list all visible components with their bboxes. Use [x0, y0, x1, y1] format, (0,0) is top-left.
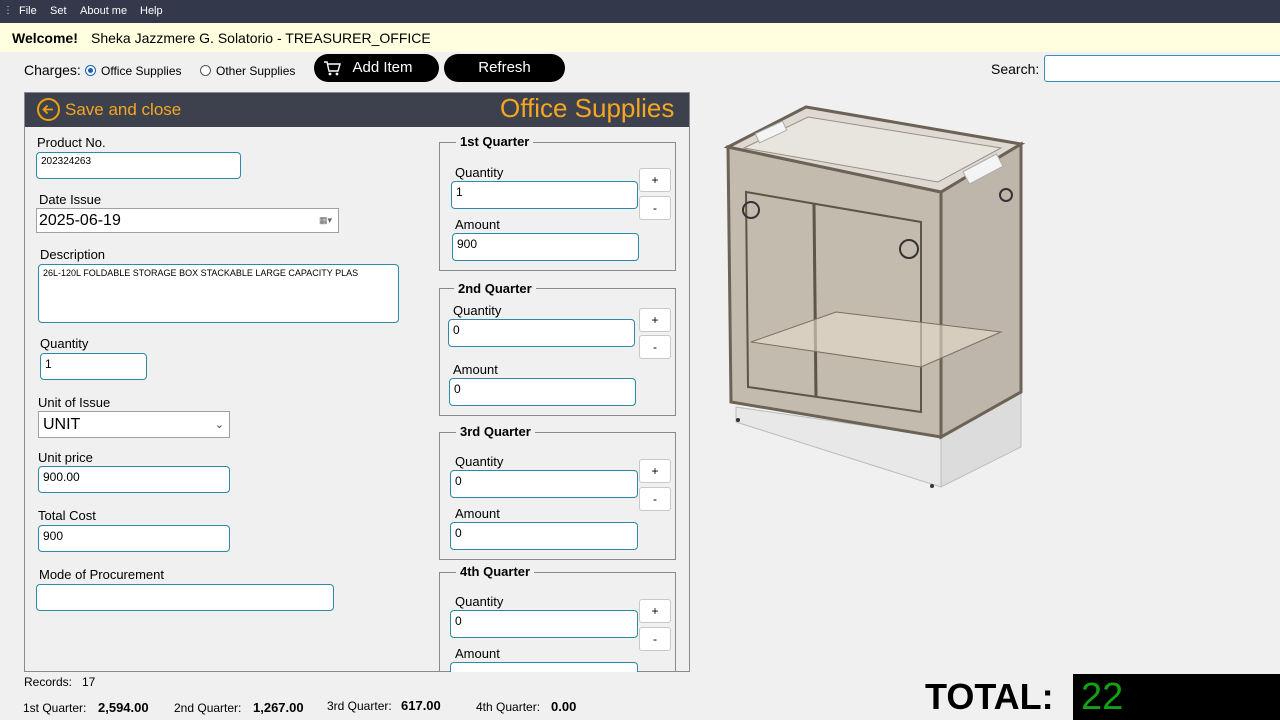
product-image — [696, 92, 1041, 497]
total-value: 22 — [1073, 674, 1280, 720]
quantity-field[interactable]: 1 — [40, 353, 147, 380]
quarter-4-amount-label: Amount — [455, 646, 500, 661]
welcome-bar: Welcome! Sheka Jazzmere G. Solatorio - T… — [0, 23, 1280, 52]
product-no-field[interactable]: 202324263 — [36, 152, 241, 179]
menu-help[interactable]: Help — [140, 5, 163, 17]
menu-about-me[interactable]: About me — [80, 5, 127, 17]
menu-grip-icon: ⋮ — [3, 5, 13, 16]
chevron-down-icon: ⌄ — [214, 419, 224, 431]
total-cost-field[interactable]: 900 — [38, 525, 230, 552]
quarter-2-amount-label: Amount — [453, 362, 498, 377]
description-label: Description — [40, 247, 106, 262]
add-item-label: Add Item — [352, 59, 413, 76]
unit-of-issue-select[interactable]: UNIT ⌄ — [38, 411, 230, 438]
quantity-label: Quantity — [40, 336, 89, 351]
date-issue-picker[interactable]: 2025-06-19 ▦▾ — [36, 208, 339, 233]
unit-price-label: Unit price — [38, 450, 93, 465]
back-arrow-icon[interactable] — [37, 98, 60, 121]
quarter-3-amount-label: Amount — [455, 506, 500, 521]
radio-other-supplies-label[interactable]: Other Supplies — [216, 64, 295, 78]
date-issue-label: Date Issue — [39, 192, 102, 207]
quarter-2-quantity-field[interactable]: 0 — [448, 319, 635, 347]
quarter-4-quantity-field[interactable]: 0 — [450, 610, 638, 638]
refresh-button[interactable]: Refresh — [444, 54, 565, 82]
quarter-4-quantity-label: Quantity — [455, 594, 504, 609]
quarter-4-plus-button[interactable]: + — [639, 599, 671, 623]
quarter-3-minus-button[interactable]: - — [639, 487, 671, 511]
quarter-4-amount-field[interactable] — [450, 662, 638, 672]
quarter-1-amount-field[interactable]: 900 — [452, 233, 639, 261]
radio-office-supplies-label[interactable]: Office Supplies — [101, 64, 182, 78]
cart-icon — [324, 61, 341, 76]
q2-total-label: 2nd Quarter: — [174, 701, 242, 715]
quarter-2-quantity-label: Quantity — [453, 303, 502, 318]
quarter-1-minus-button[interactable]: - — [639, 196, 671, 220]
radio-other-supplies[interactable] — [200, 65, 211, 76]
quarter-3-amount-field[interactable]: 0 — [450, 522, 638, 550]
unit-of-issue-label: Unit of Issue — [38, 395, 111, 410]
welcome-label: Welcome! — [12, 30, 78, 46]
quarter-2-plus-button[interactable]: + — [639, 308, 671, 332]
description-field[interactable]: 26L-120L FOLDABLE STORAGE BOX STACKABLE … — [38, 264, 399, 323]
quarter-3-quantity-field[interactable]: 0 — [450, 470, 638, 498]
quarter-1-quantity-field[interactable]: 1 — [451, 181, 638, 209]
quarter-1-title: 1st Quarter — [456, 134, 534, 149]
quarter-1-quantity-label: Quantity — [455, 165, 504, 180]
date-issue-value: 2025-06-19 — [39, 212, 121, 229]
panel-title: Office Supplies — [500, 93, 675, 123]
menu-bar: ⋮ File Set About me Help — [0, 0, 1280, 23]
quarter-4-title: 4th Quarter — [456, 564, 535, 579]
search-input[interactable] — [1044, 55, 1280, 82]
unit-price-field[interactable]: 900.00 — [38, 466, 230, 493]
q3-total-value: 617.00 — [401, 698, 441, 713]
radio-office-supplies[interactable] — [85, 65, 96, 76]
quarter-1-plus-button[interactable]: + — [639, 168, 671, 192]
add-item-button[interactable]: Add Item — [314, 54, 439, 82]
quarter-3-title: 3rd Quarter — [456, 424, 535, 439]
q4-total-value: 0.00 — [551, 699, 577, 714]
calendar-dropdown-icon[interactable]: ▦▾ — [319, 215, 335, 226]
quarter-2-amount-field[interactable]: 0 — [449, 378, 636, 406]
quarter-2-minus-button[interactable]: - — [639, 335, 671, 359]
charges-label: Charges: — [24, 62, 81, 78]
mode-of-procurement-label: Mode of Procurement — [39, 567, 165, 582]
quarter-1-amount-label: Amount — [455, 217, 500, 232]
menu-set[interactable]: Set — [50, 5, 67, 17]
records-label: Records: — [24, 675, 73, 689]
quarter-4-minus-button[interactable]: - — [639, 627, 671, 651]
q1-total-value: 2,594.00 — [98, 700, 149, 715]
unit-of-issue-value: UNIT — [43, 416, 81, 433]
q4-total-label: 4th Quarter: — [476, 700, 541, 714]
records-count: 17 — [82, 675, 96, 689]
q2-total-value: 1,267.00 — [253, 700, 304, 715]
quarter-3-plus-button[interactable]: + — [639, 459, 671, 483]
q3-total-label: 3rd Quarter: — [327, 699, 392, 713]
q1-total-label: 1st Quarter: — [23, 701, 87, 715]
welcome-user: Sheka Jazzmere G. Solatorio - TREASURER_… — [91, 30, 431, 46]
mode-of-procurement-field[interactable] — [36, 584, 334, 611]
quarter-2-title: 2nd Quarter — [454, 281, 536, 296]
product-no-label: Product No. — [37, 135, 106, 150]
total-label: TOTAL: — [925, 676, 1054, 717]
search-label: Search: — [991, 61, 1040, 77]
quarter-3-quantity-label: Quantity — [455, 454, 504, 469]
total-cost-label: Total Cost — [38, 508, 96, 523]
menu-file[interactable]: File — [19, 5, 37, 17]
save-and-close-button[interactable]: Save and close — [65, 100, 181, 120]
